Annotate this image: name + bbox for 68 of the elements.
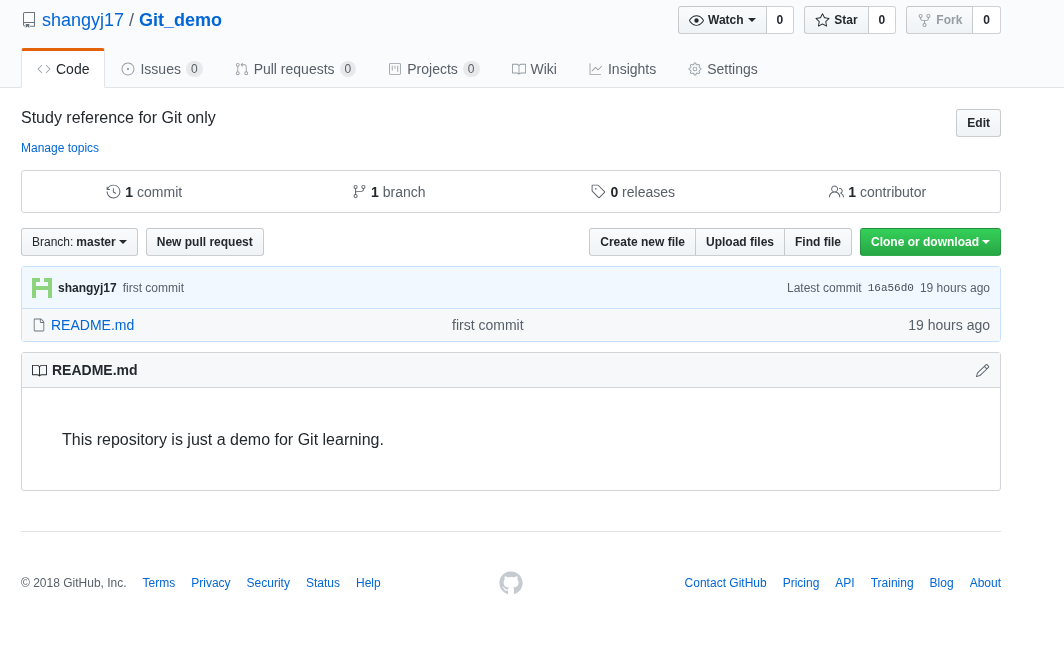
- file-icon: [32, 318, 46, 332]
- count-link[interactable]: 0: [868, 6, 897, 34]
- nav-tab[interactable]: Projects 0: [372, 48, 496, 88]
- new-pull-request-button[interactable]: New pull request: [145, 228, 264, 256]
- file-action-button[interactable]: Upload files: [695, 228, 785, 256]
- code-icon: [37, 62, 51, 76]
- nav-tab[interactable]: Insights: [572, 48, 673, 88]
- project-board-icon: [388, 62, 403, 76]
- edit-button[interactable]: Edit: [956, 109, 1001, 137]
- pull-request-icon: [234, 62, 249, 76]
- owner-link[interactable]: shangyj17: [42, 9, 125, 31]
- footer-link[interactable]: About: [969, 576, 1001, 590]
- stat-link[interactable]: 0 releases: [610, 183, 676, 200]
- nav-tab[interactable]: Settings: [672, 48, 774, 88]
- book-icon: [511, 62, 526, 76]
- nav-tab[interactable]: Code: [21, 48, 106, 88]
- footer-link[interactable]: Status: [305, 576, 340, 590]
- tab-counter: 0: [185, 61, 203, 77]
- footer-link[interactable]: Training: [870, 576, 914, 590]
- nav-tab[interactable]: Pull requests 0: [218, 48, 373, 88]
- commit-message: first commit: [122, 280, 185, 295]
- pencil-icon[interactable]: [975, 362, 990, 378]
- book-icon: [32, 362, 47, 378]
- fork-icon: [917, 12, 933, 28]
- tag-icon: [591, 184, 607, 199]
- footer-link[interactable]: Privacy: [191, 576, 231, 590]
- eye-icon: [689, 12, 704, 28]
- repo-name-link[interactable]: Git_demo: [139, 9, 223, 31]
- count-link[interactable]: 0: [766, 6, 795, 34]
- star-icon: [815, 12, 831, 28]
- stat-link[interactable]: 1 commit: [125, 183, 183, 200]
- repo-action-button[interactable]: Star: [804, 6, 869, 34]
- nav-tab[interactable]: Issues 0: [105, 48, 219, 88]
- tab-counter: 0: [339, 61, 357, 77]
- copyright-text: © 2018 GitHub, Inc.: [21, 576, 127, 590]
- readme-text: This repository is just a demo for Git learning.: [61, 430, 385, 450]
- branch-select-button[interactable]: Branch: master: [21, 228, 138, 256]
- footer-link[interactable]: Help: [355, 576, 381, 590]
- people-icon: [829, 184, 845, 199]
- repo-icon: [21, 12, 37, 28]
- branch-icon: [352, 184, 367, 199]
- gear-icon: [688, 62, 703, 76]
- commit-author-link[interactable]: shangyj17: [58, 280, 117, 295]
- commit-sha-link[interactable]: 16a56d0: [867, 281, 914, 294]
- commit-time: 19 hours ago: [919, 280, 990, 295]
- manage-topics-link[interactable]: Manage topics: [21, 141, 100, 155]
- footer-link[interactable]: Blog: [929, 576, 954, 590]
- stat-link[interactable]: 1 branch: [371, 183, 426, 200]
- readme-title: README.md: [52, 362, 139, 378]
- file-action-button[interactable]: Find file: [784, 228, 852, 256]
- history-icon: [106, 184, 122, 199]
- file-link[interactable]: README.md: [32, 317, 452, 333]
- stat-link[interactable]: 1 contributor: [848, 183, 927, 200]
- footer-link[interactable]: Pricing: [782, 576, 820, 590]
- footer-link[interactable]: Terms: [142, 576, 176, 590]
- repo-description: Study reference for Git only: [21, 109, 216, 127]
- nav-tab[interactable]: Wiki: [495, 48, 573, 88]
- path-separator: /: [129, 9, 135, 31]
- latest-commit-label: Latest commit: [787, 280, 862, 295]
- file-action-button[interactable]: Create new file: [589, 228, 696, 256]
- file-age: 19 hours ago: [908, 317, 990, 333]
- avatar-icon: [32, 277, 52, 298]
- repo-action-button[interactable]: Watch: [678, 6, 767, 34]
- file-commit-message: first commit: [452, 317, 525, 333]
- tab-counter: 0: [462, 61, 480, 77]
- footer-link[interactable]: API: [835, 576, 855, 590]
- footer-link[interactable]: Contact GitHub: [684, 576, 767, 590]
- footer-link[interactable]: Security: [246, 576, 290, 590]
